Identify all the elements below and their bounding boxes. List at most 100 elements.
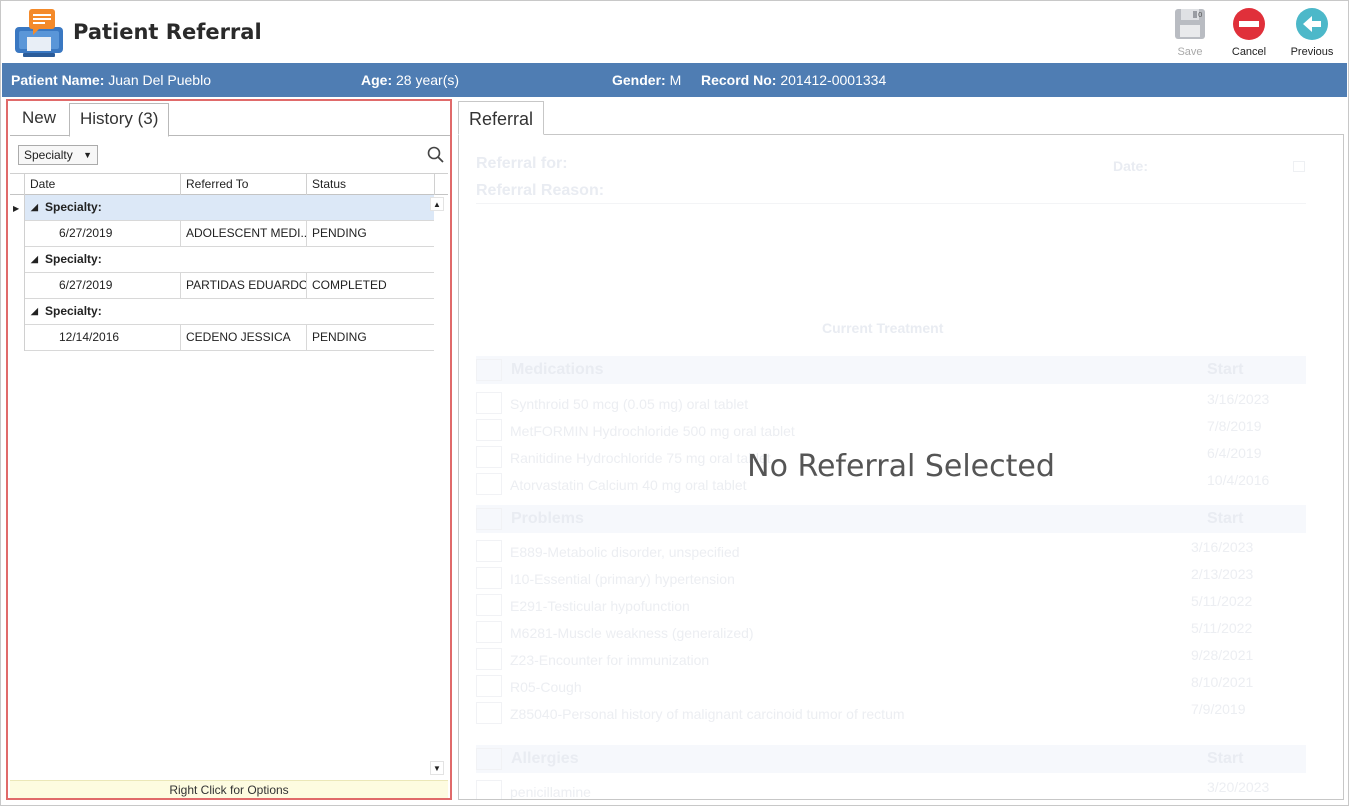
grid-header: Date Referred To Status (10, 174, 448, 195)
cell-referred-to: ADOLESCENT MEDI... (180, 221, 306, 246)
patient-name-label: Patient Name: (11, 72, 105, 88)
column-header-status[interactable]: Status (306, 174, 434, 195)
group-by-value: Specialty (24, 148, 73, 162)
referral-reason-label: Referral Reason: (476, 182, 605, 199)
referral-app-icon (15, 9, 63, 57)
filter-row: Specialty ▼ (16, 145, 446, 167)
row-indicator-column: ▶ (10, 195, 25, 351)
problems-header (476, 505, 1306, 533)
page-title: Patient Referral (73, 20, 262, 44)
patient-name-field: Patient Name: Juan Del Pueblo (11, 72, 211, 88)
problem-item: I10-Essential (primary) hypertension (510, 571, 735, 587)
referral-detail-panel: Referral for: Referral Reason: Date: Cur… (458, 135, 1344, 800)
divider (476, 203, 1306, 204)
column-header-referred-to[interactable]: Referred To (180, 174, 306, 195)
problems-start-label: Start (1207, 510, 1244, 527)
age-value: 28 year(s) (396, 72, 460, 88)
problem-item: Z23-Encounter for immunization (510, 652, 710, 668)
problem-start: 9/28/2021 (1191, 647, 1254, 663)
medication-start: 7/8/2019 (1207, 418, 1262, 434)
problem-start: 8/10/2021 (1191, 674, 1254, 690)
group-label: Specialty: (45, 252, 102, 266)
tab-history-label: History (80, 109, 133, 128)
tab-referral[interactable]: Referral (458, 101, 545, 135)
problem-start: 5/11/2022 (1191, 593, 1253, 609)
group-label: Specialty: (45, 200, 102, 214)
cell-referred-to: PARTIDAS EDUARDO (180, 273, 306, 298)
gender-field: Gender: M (612, 72, 681, 88)
group-by-dropdown[interactable]: Specialty ▼ (18, 145, 98, 165)
allergies-header (476, 745, 1306, 773)
problem-item: E291-Testicular hypofunction (510, 598, 690, 614)
patient-name-value: Juan Del Pueblo (108, 72, 211, 88)
save-badge: 0 (1198, 11, 1202, 19)
save-button[interactable]: 0 Save (1162, 5, 1218, 61)
checkbox (476, 648, 502, 670)
save-icon: 0 (1175, 9, 1205, 39)
referral-history-panel: New History (3) Specialty ▼ Date Referre… (6, 99, 452, 800)
cancel-button[interactable]: Cancel (1221, 5, 1277, 61)
cell-status: COMPLETED (306, 273, 434, 298)
right-tab-strip: Referral (458, 101, 1344, 135)
scroll-down-icon[interactable]: ▼ (430, 761, 444, 775)
previous-button[interactable]: Previous (1284, 5, 1340, 61)
calendar-icon (1293, 161, 1305, 172)
problem-start: 7/9/2019 (1191, 701, 1246, 717)
record-no-label: Record No: (701, 72, 777, 88)
grid-scrollbar[interactable]: ▲ ▼ (430, 195, 444, 775)
previous-label: Previous (1290, 46, 1334, 58)
save-label: Save (1177, 46, 1203, 58)
checkbox (476, 567, 502, 589)
collapse-triangle-icon[interactable]: ◢ (31, 195, 38, 220)
problem-item: M6281-Muscle weakness (generalized) (510, 625, 754, 641)
column-header-spacer (434, 174, 448, 195)
cell-status: PENDING (306, 221, 434, 246)
problem-start: 2/13/2023 (1191, 566, 1254, 582)
problem-item: R05-Cough (510, 679, 582, 695)
table-row[interactable]: 6/27/2019 PARTIDAS EDUARDO COMPLETED (25, 273, 434, 299)
search-icon[interactable] (426, 145, 446, 165)
record-no-field: Record No: 201412-0001334 (701, 72, 886, 88)
cell-date: 6/27/2019 (59, 226, 113, 240)
problems-label: Problems (511, 510, 584, 527)
cell-status: PENDING (306, 325, 434, 350)
left-tab-strip: New History (3) (10, 103, 450, 137)
cell-date: 12/14/2016 (59, 330, 120, 344)
table-row[interactable]: 12/14/2016 CEDENO JESSICA PENDING (25, 325, 434, 351)
current-row-arrow-icon: ▶ (13, 204, 20, 213)
checkbox (476, 392, 502, 414)
tab-history[interactable]: History (3) (69, 103, 170, 137)
allergies-start-label: Start (1207, 750, 1244, 767)
problem-start: 5/11/2022 (1191, 620, 1253, 636)
group-row[interactable]: ◢ Specialty: (25, 247, 434, 273)
checkbox (476, 621, 502, 643)
cell-date: 6/27/2019 (59, 278, 113, 292)
group-row[interactable]: ◢ Specialty: (25, 195, 434, 221)
allergy-item: penicillamine (510, 784, 591, 800)
current-treatment-label: Current Treatment (822, 320, 944, 336)
patient-banner: Patient Name: Juan Del Pueblo Age: 28 ye… (2, 63, 1347, 97)
group-row[interactable]: ◢ Specialty: (25, 299, 434, 325)
allergy-start: 3/20/2023 (1207, 779, 1270, 795)
medications-header-checkbox (476, 359, 502, 381)
scroll-up-icon[interactable]: ▲ (430, 197, 444, 211)
checkbox (476, 780, 502, 799)
tab-new[interactable]: New (12, 103, 66, 136)
collapse-triangle-icon[interactable]: ◢ (31, 299, 38, 324)
title-bar: Patient Referral 0 Save Cancel Previous (1, 1, 1348, 63)
grid-body: ▶ ◢ Specialty: 6/27/2019 ADOLESCENT MEDI… (10, 195, 448, 775)
checkbox (476, 594, 502, 616)
medications-label: Medications (511, 361, 604, 378)
patient-referral-window: Patient Referral 0 Save Cancel Previous … (0, 0, 1349, 806)
table-row[interactable]: 6/27/2019 ADOLESCENT MEDI... PENDING (25, 221, 434, 247)
date-label: Date: (1113, 158, 1149, 174)
problem-start: 3/16/2023 (1191, 539, 1254, 555)
collapse-triangle-icon[interactable]: ◢ (31, 247, 38, 272)
referral-grid: Date Referred To Status ▶ ◢ Specialty: 6… (10, 173, 448, 775)
right-click-hint: Right Click for Options (10, 780, 448, 798)
age-label: Age: (361, 72, 393, 88)
medications-start-label: Start (1207, 361, 1244, 378)
column-header-date[interactable]: Date (24, 174, 180, 195)
checkbox (476, 702, 502, 724)
checkbox (476, 419, 502, 441)
